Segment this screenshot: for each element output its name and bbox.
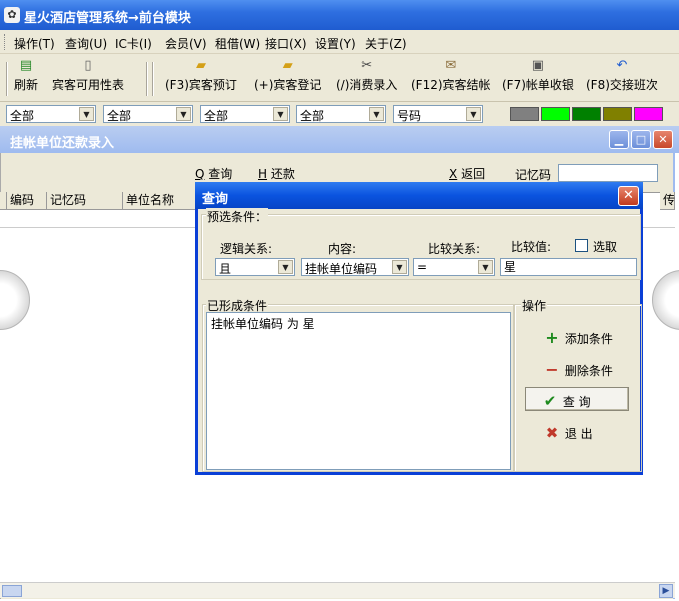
logic-label: 逻辑关系: xyxy=(220,242,273,256)
guest-availability-button[interactable]: ▯ 宾客可用性表 xyxy=(52,58,124,93)
return-action[interactable]: X 返回 xyxy=(449,165,485,182)
dialog-close-button[interactable]: ✕ xyxy=(618,186,639,206)
folder-open-icon: ▰ xyxy=(195,58,206,73)
child-window-title: 挂帐单位还款录入 xyxy=(10,136,115,151)
preset-conditions-label: 预选条件： xyxy=(206,208,269,225)
memo-code-label: 记忆码 xyxy=(515,168,552,182)
color-swatch-olive[interactable] xyxy=(603,107,632,121)
guest-reserve-button[interactable]: ▰ (F3)宾客预订 xyxy=(165,58,237,93)
grid-column-right[interactable]: 传 xyxy=(660,192,675,210)
app-title-bar: ✿ 星火酒店管理系统→前台模块 xyxy=(0,0,679,30)
scroll-right-icon[interactable]: ▶ xyxy=(659,584,673,598)
list-item[interactable]: 挂帐单位编码 为 星 xyxy=(211,315,506,332)
scissors-icon: ✂ xyxy=(361,58,373,73)
toolbar-separator xyxy=(152,62,154,96)
guest-checkout-button[interactable]: ✉ (F12)宾客结帐 xyxy=(411,58,491,93)
menu-rental[interactable]: 租借(W) xyxy=(215,35,260,52)
repay-action[interactable]: H 还款 xyxy=(258,165,295,182)
chevron-down-icon: ▼ xyxy=(79,107,94,121)
filter-select-3[interactable]: 全部 ▼ xyxy=(200,105,290,123)
grid-column-unit-name[interactable]: 单位名称 xyxy=(123,192,203,210)
operations-label: 操作 xyxy=(521,297,548,314)
chevron-down-icon: ▼ xyxy=(273,107,288,121)
refresh-icon: ▤ xyxy=(19,58,33,73)
filter-select-4[interactable]: 全部 ▼ xyxy=(296,105,386,123)
scroll-thumb[interactable] xyxy=(2,585,22,597)
value-label: 比较值: xyxy=(511,240,552,254)
grid-column-code[interactable]: 编码 xyxy=(7,192,47,210)
compare-label: 比较关系: xyxy=(428,242,481,256)
query-action[interactable]: Q 查询 xyxy=(195,165,232,182)
filter-select-1[interactable]: 全部 ▼ xyxy=(6,105,96,123)
select-checkbox[interactable] xyxy=(575,239,588,252)
query-dialog: 查询 ✕ 预选条件： 逻辑关系: 内容: 比较关系: 比较值: 选取 且 ▼ 挂… xyxy=(195,182,643,475)
content-label: 内容: xyxy=(328,242,357,256)
color-swatch-lime[interactable] xyxy=(541,107,570,121)
grid-column-header[interactable] xyxy=(0,192,7,210)
chevron-down-icon: ▼ xyxy=(278,260,293,274)
menu-settings[interactable]: 设置(Y) xyxy=(315,35,356,52)
color-swatch-magenta[interactable] xyxy=(634,107,663,121)
chevron-down-icon: ▼ xyxy=(466,107,481,121)
envelope-icon: ✉ xyxy=(445,58,457,73)
formed-conditions-list[interactable]: 挂帐单位编码 为 星 xyxy=(206,312,511,470)
color-swatch-green[interactable] xyxy=(572,107,601,121)
grid-column-memo[interactable]: 记忆码 xyxy=(47,192,123,210)
add-condition-button[interactable]: + 添加条件 xyxy=(543,328,613,347)
menu-iccard[interactable]: IC卡(I) xyxy=(115,35,152,52)
app-title: 星火酒店管理系统→前台模块 xyxy=(24,11,191,26)
shift-handover-button[interactable]: ↶ (F8)交接班次 xyxy=(586,58,658,93)
refresh-button[interactable]: ▤ 刷新 xyxy=(14,58,38,93)
plus-icon: + xyxy=(545,328,559,347)
maximize-button[interactable]: □ xyxy=(631,130,651,149)
minimize-button[interactable]: ▁ xyxy=(609,130,629,149)
chevron-down-icon: ▼ xyxy=(369,107,384,121)
guest-register-button[interactable]: ▰ (+)宾客登记 xyxy=(254,58,321,93)
bill-cashier-button[interactable]: ▣ (F7)帐单收银 xyxy=(502,58,574,93)
minus-icon: − xyxy=(545,360,559,379)
printer-icon: ▣ xyxy=(531,58,545,73)
select-checkbox-label: 选取 xyxy=(593,240,618,254)
menu-member[interactable]: 会员(V) xyxy=(165,35,207,52)
menu-grip xyxy=(4,34,7,50)
chevron-down-icon: ▼ xyxy=(176,107,191,121)
horizontal-scrollbar[interactable]: ▶ xyxy=(0,582,675,598)
menu-operate[interactable]: 操作(T) xyxy=(14,35,55,52)
filter-select-number[interactable]: 号码 ▼ xyxy=(393,105,483,123)
compare-value-input[interactable]: 星 xyxy=(500,258,637,276)
compare-select[interactable]: = ▼ xyxy=(413,258,495,276)
memo-code-input[interactable] xyxy=(558,164,658,182)
chevron-down-icon: ▼ xyxy=(392,260,407,274)
filter-select-2[interactable]: 全部 ▼ xyxy=(103,105,193,123)
menu-query[interactable]: 查询(U) xyxy=(65,35,107,52)
palette-icon: ✿ xyxy=(4,7,20,23)
checkmark-icon: ✔ xyxy=(543,392,557,410)
close-x-icon: ✖ xyxy=(545,424,559,442)
close-button[interactable]: ✕ xyxy=(653,130,673,149)
child-window-title-bar: 挂帐单位还款录入 ▁ □ ✕ xyxy=(0,126,679,153)
menu-interface[interactable]: 接口(X) xyxy=(265,35,307,52)
folder-star-icon: ▰ xyxy=(282,58,293,73)
toolbar-separator xyxy=(6,62,8,96)
menu-bar: 操作(T) 查询(U) IC卡(I) 会员(V) 租借(W) 接口(X) 设置(… xyxy=(0,30,679,54)
query-button[interactable]: ✔ 查 询 xyxy=(525,387,629,411)
color-swatch-gray[interactable] xyxy=(510,107,539,121)
chevron-down-icon: ▼ xyxy=(478,260,493,274)
consumption-entry-button[interactable]: ✂ (/)消费录入 xyxy=(336,58,397,93)
logic-select[interactable]: 且 ▼ xyxy=(215,258,295,276)
delete-condition-button[interactable]: − 删除条件 xyxy=(543,360,613,379)
dialog-title: 查询 xyxy=(202,192,229,207)
toolbar: ▤ 刷新 ▯ 宾客可用性表 ▰ (F3)宾客预订 ▰ (+)宾客登记 ✂ (/)… xyxy=(0,54,679,102)
document-icon: ▯ xyxy=(84,58,92,73)
exit-button[interactable]: ✖ 退 出 xyxy=(543,424,593,442)
content-select[interactable]: 挂帐单位编码 ▼ xyxy=(301,258,409,276)
menu-about[interactable]: 关于(Z) xyxy=(365,35,407,52)
undo-arrow-icon: ↶ xyxy=(616,58,628,73)
dialog-title-bar: 查询 ✕ xyxy=(195,182,643,209)
toolbar-separator xyxy=(146,62,148,96)
